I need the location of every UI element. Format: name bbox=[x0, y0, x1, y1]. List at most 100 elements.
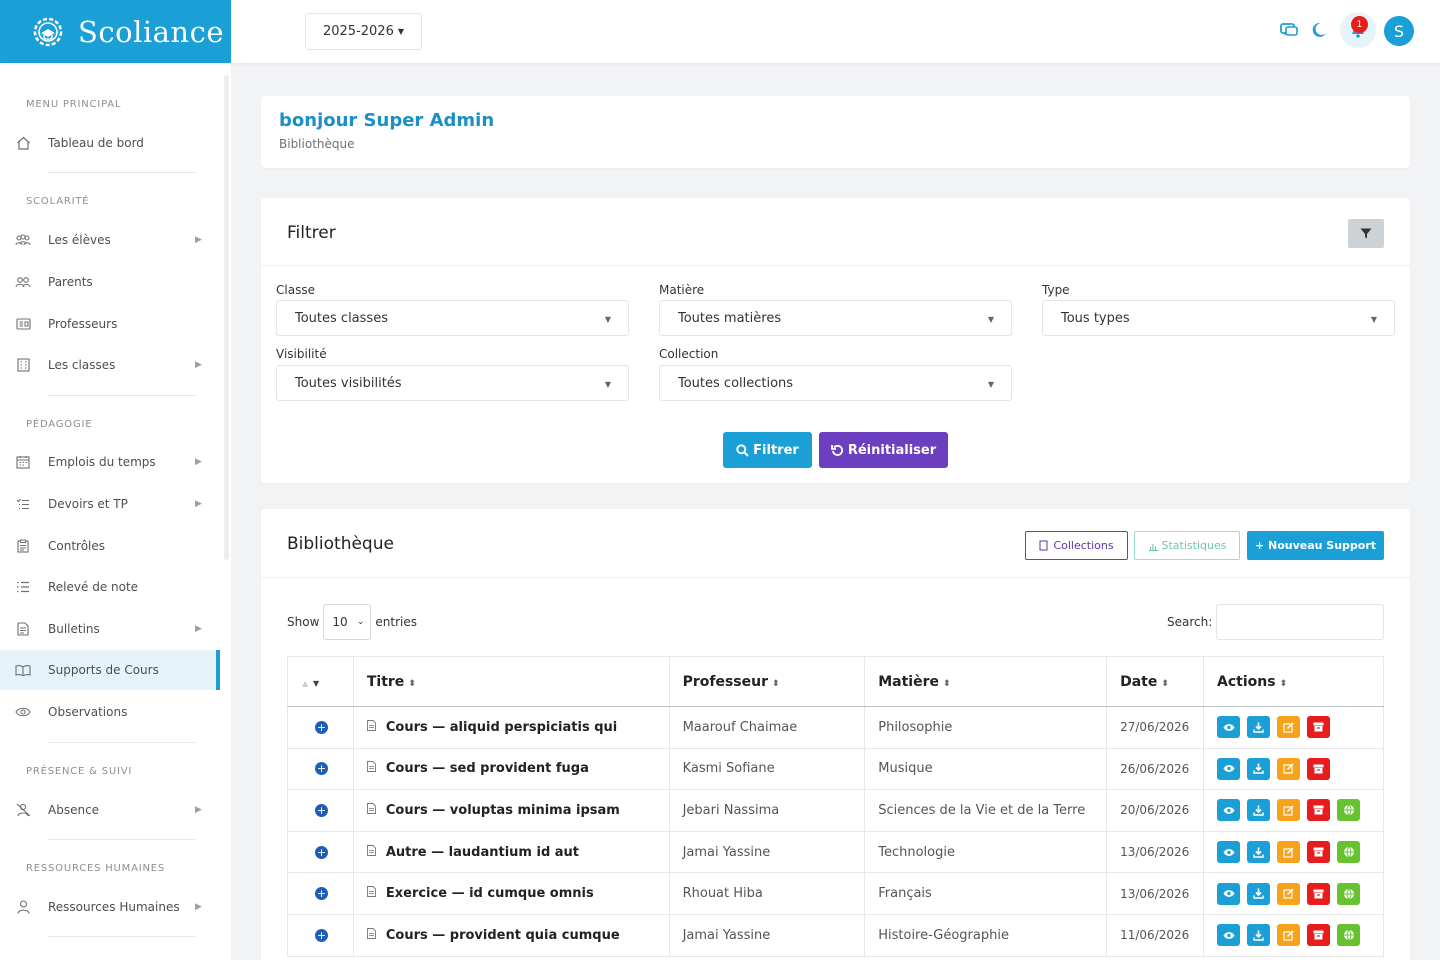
edit-button[interactable] bbox=[1277, 882, 1301, 905]
archive-button[interactable] bbox=[1307, 716, 1331, 739]
publish-globe-button[interactable] bbox=[1337, 841, 1361, 864]
sidebar-item-parents[interactable]: Parents bbox=[0, 262, 220, 302]
column-label: Professeur bbox=[682, 673, 768, 690]
matiere-label: Matière bbox=[659, 283, 705, 297]
library-table: ▲ ▼ Titre ⬍ Professeur ⬍ Matière ⬍ Date ⬍ Ac… bbox=[287, 656, 1384, 957]
filter-card: Filtrer Classe Toutes classes ▼ Matière … bbox=[261, 198, 1410, 483]
table-row: + Cours — aliquid perspiciatis qui Maarouf… bbox=[287, 706, 1384, 749]
statistics-button[interactable]: Statistiques bbox=[1134, 531, 1240, 560]
edit-button[interactable] bbox=[1277, 757, 1301, 780]
download-button[interactable] bbox=[1247, 757, 1271, 780]
archive-button[interactable] bbox=[1307, 799, 1331, 822]
archive-button[interactable] bbox=[1307, 924, 1331, 947]
expand-row-icon[interactable]: + bbox=[315, 887, 328, 901]
edit-button[interactable] bbox=[1277, 841, 1301, 864]
collection-select[interactable]: Toutes collections ▼ bbox=[659, 365, 1012, 401]
sidebar-item-eleves[interactable]: Les élèves ▶ bbox=[0, 220, 220, 260]
column-label: Date bbox=[1120, 673, 1158, 690]
column-label: Actions bbox=[1217, 673, 1276, 690]
sidebar-item-releve[interactable]: Relevé de note bbox=[0, 567, 220, 607]
sidebar-item-absence[interactable]: Absence ▶ bbox=[0, 790, 220, 830]
download-button[interactable] bbox=[1247, 882, 1271, 905]
search-input[interactable] bbox=[1216, 604, 1384, 640]
expand-row-icon[interactable]: + bbox=[315, 928, 328, 942]
table-row: + Cours — provident quia cumque Jamai Yass… bbox=[287, 913, 1384, 957]
sidebar-item-bulletins[interactable]: Bulletins ▶ bbox=[0, 609, 220, 649]
expand-row-icon[interactable]: + bbox=[315, 762, 328, 776]
sidebar-item-supports-de-cours[interactable]: Supports de Cours bbox=[0, 650, 220, 690]
archive-button[interactable] bbox=[1307, 882, 1331, 905]
sidebar-item-dashboard[interactable]: Tableau de bord bbox=[0, 123, 220, 163]
chat-icon[interactable] bbox=[1276, 17, 1302, 43]
library-divider bbox=[261, 577, 1410, 578]
publish-globe-button[interactable] bbox=[1337, 924, 1361, 947]
column-header-date[interactable]: Date ⬍ bbox=[1106, 656, 1205, 707]
matiere-cell: Français bbox=[864, 872, 1108, 915]
reset-button[interactable]: Réinitialiser bbox=[819, 432, 948, 468]
column-label: Matière bbox=[878, 673, 939, 690]
actions-cell bbox=[1203, 747, 1384, 791]
sidebar-item-controles[interactable]: Contrôles bbox=[0, 526, 220, 566]
expand-column-header[interactable]: ▲ ▼ bbox=[287, 656, 354, 707]
expand-cell: + bbox=[287, 706, 354, 749]
titre-text: Cours — sed provident fuga bbox=[385, 761, 589, 777]
school-year-select[interactable]: 2025-2026 ▼ bbox=[305, 13, 422, 50]
expand-row-icon[interactable]: + bbox=[315, 845, 328, 859]
publish-globe-button[interactable] bbox=[1337, 882, 1361, 905]
download-button[interactable] bbox=[1247, 924, 1271, 947]
parents-icon bbox=[15, 274, 31, 290]
archive-button[interactable] bbox=[1307, 841, 1331, 864]
column-header-actions[interactable]: Actions ⬍ bbox=[1203, 656, 1384, 707]
view-button[interactable] bbox=[1217, 716, 1241, 739]
collections-button[interactable]: Collections bbox=[1025, 531, 1128, 560]
sidebar-item-emplois[interactable]: Emplois du temps ▶ bbox=[0, 442, 220, 482]
sidebar-scrollbar[interactable] bbox=[224, 75, 229, 560]
show-label: Show bbox=[287, 615, 320, 629]
classe-select[interactable]: Toutes classes ▼ bbox=[276, 300, 629, 336]
archive-button[interactable] bbox=[1307, 757, 1331, 780]
download-button[interactable] bbox=[1247, 841, 1271, 864]
page-length-select[interactable]: 10 ⌄ bbox=[323, 604, 372, 640]
brand[interactable]: Scoliance bbox=[0, 0, 231, 63]
edit-button[interactable] bbox=[1277, 716, 1301, 739]
download-button[interactable] bbox=[1247, 799, 1271, 822]
sidebar-item-label: Parents bbox=[48, 275, 93, 289]
view-button[interactable] bbox=[1217, 841, 1241, 864]
publish-globe-button[interactable] bbox=[1337, 799, 1361, 822]
sidebar-item-ressources-humaines[interactable]: Ressources Humaines ▶ bbox=[0, 887, 220, 927]
sidebar-item-professeurs[interactable]: Professeurs bbox=[0, 304, 220, 344]
sort-icon: ⬍ bbox=[1279, 678, 1288, 689]
sidebar-item-label: Emplois du temps bbox=[48, 455, 156, 469]
column-header-professeur[interactable]: Professeur ⬍ bbox=[668, 656, 866, 707]
section-menu-principal: MENU PRINCIPAL bbox=[26, 99, 122, 110]
book-icon bbox=[15, 662, 31, 678]
toggle-filter-button[interactable] bbox=[1348, 219, 1384, 248]
view-button[interactable] bbox=[1217, 799, 1241, 822]
chevron-right-icon: ▶ bbox=[195, 902, 202, 912]
expand-row-icon[interactable]: + bbox=[315, 720, 328, 734]
matiere-select[interactable]: Toutes matières ▼ bbox=[659, 300, 1012, 336]
user-avatar[interactable]: S bbox=[1384, 16, 1414, 46]
chevron-right-icon: ▶ bbox=[195, 624, 202, 634]
sidebar-item-devoirs[interactable]: Devoirs et TP ▶ bbox=[0, 484, 220, 524]
type-select[interactable]: Tous types ▼ bbox=[1042, 300, 1395, 336]
download-button[interactable] bbox=[1247, 716, 1271, 739]
sidebar-item-label: Ressources Humaines bbox=[48, 900, 180, 914]
sidebar-item-classes[interactable]: Les classes ▶ bbox=[0, 345, 220, 385]
filter-button[interactable]: Filtrer bbox=[723, 432, 812, 468]
view-button[interactable] bbox=[1217, 882, 1241, 905]
new-support-button[interactable]: + Nouveau Support bbox=[1247, 531, 1384, 560]
sidebar-item-observations[interactable]: Observations bbox=[0, 692, 220, 732]
edit-button[interactable] bbox=[1277, 799, 1301, 822]
moon-icon[interactable] bbox=[1306, 17, 1332, 43]
matiere-cell: Philosophie bbox=[864, 706, 1108, 749]
column-header-matiere[interactable]: Matière ⬍ bbox=[864, 656, 1108, 707]
date-cell: 13/06/2026 bbox=[1106, 830, 1205, 874]
view-button[interactable] bbox=[1217, 924, 1241, 947]
edit-button[interactable] bbox=[1277, 924, 1301, 947]
view-button[interactable] bbox=[1217, 757, 1241, 780]
visibilite-select[interactable]: Toutes visibilités ▼ bbox=[276, 365, 629, 401]
sort-icon: ⬍ bbox=[408, 678, 416, 689]
expand-row-icon[interactable]: + bbox=[315, 803, 328, 817]
column-header-titre[interactable]: Titre ⬍ bbox=[352, 656, 670, 707]
